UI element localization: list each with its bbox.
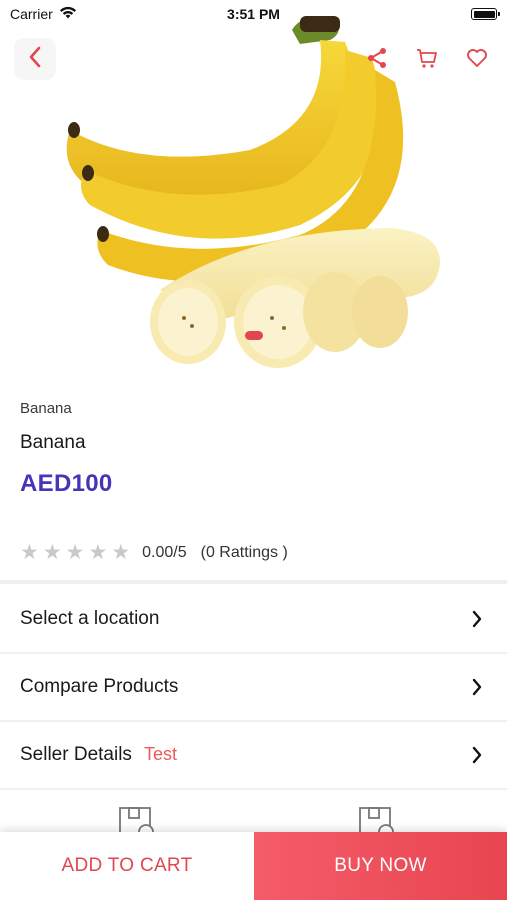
star-icon: ★ — [20, 541, 39, 564]
star-icon: ★ — [42, 541, 62, 564]
select-location-row[interactable]: Select a location — [0, 586, 507, 654]
bottom-action-bar: ADD TO CART BUY NOW — [0, 832, 507, 900]
status-time: 3:51 PM — [227, 6, 280, 22]
rating-row: ★ ★ ★ ★ ★ 0.00/5 (0 Rattings ) — [20, 542, 288, 563]
row-left: Select a location — [20, 608, 159, 630]
buy-now-button[interactable]: BUY NOW — [254, 832, 507, 900]
carrier-label: Carrier — [10, 6, 53, 22]
chevron-right-icon — [467, 609, 487, 629]
option-list: Select a location Compare Products Selle… — [0, 586, 507, 790]
add-to-cart-button[interactable]: ADD TO CART — [0, 832, 254, 900]
chevron-right-icon — [467, 677, 487, 697]
row-left: Compare Products — [20, 676, 178, 698]
row-label: Select a location — [20, 608, 160, 629]
section-divider — [0, 580, 507, 584]
carousel-indicator[interactable] — [245, 331, 263, 340]
status-left: Carrier — [10, 6, 170, 22]
star-rating: ★ ★ ★ ★ ★ — [20, 542, 130, 563]
chevron-left-icon — [28, 46, 42, 73]
share-icon[interactable] — [365, 46, 389, 70]
cart-icon[interactable] — [415, 46, 439, 70]
header-actions — [365, 46, 489, 70]
rating-value: 0.00/5 — [142, 543, 187, 561]
product-info: Banana Banana AED100 ★ ★ ★ ★ ★ 0.00/5 (0… — [0, 400, 507, 563]
rating-count: (0 Rattings ) — [200, 543, 288, 561]
status-bar: Carrier 3:51 PM — [0, 0, 507, 28]
back-button[interactable] — [14, 38, 56, 80]
seller-details-row[interactable]: Seller Details Test — [0, 722, 507, 790]
compare-products-row[interactable]: Compare Products — [0, 654, 507, 722]
product-name: Banana — [20, 432, 86, 453]
star-icon: ★ — [111, 541, 131, 564]
row-label: Seller Details — [20, 744, 132, 765]
heart-icon[interactable] — [465, 46, 489, 70]
status-right — [337, 8, 500, 20]
row-label: Compare Products — [20, 676, 179, 697]
row-left: Seller Details Test — [20, 744, 177, 766]
star-icon: ★ — [65, 541, 85, 564]
wifi-icon — [59, 6, 77, 22]
chevron-right-icon — [467, 745, 487, 765]
star-icon: ★ — [88, 541, 108, 564]
seller-name: Test — [143, 744, 177, 764]
product-brand: Banana — [20, 400, 72, 417]
battery-fill — [473, 10, 495, 18]
product-price: AED100 — [20, 470, 113, 497]
battery-icon — [471, 8, 500, 20]
